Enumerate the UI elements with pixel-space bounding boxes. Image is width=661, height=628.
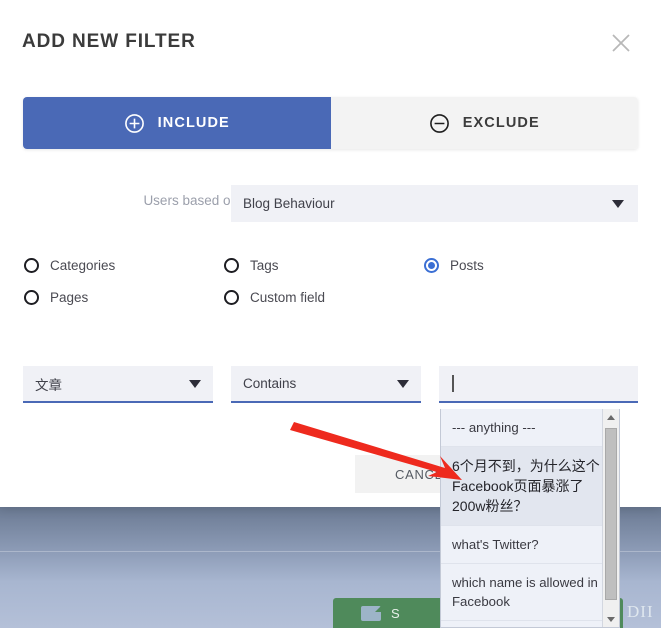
radio-posts-label: Posts (450, 258, 484, 273)
scrollbar-thumb[interactable] (605, 428, 617, 600)
radio-pages[interactable]: Pages (24, 290, 224, 305)
radio-row-1: Categories Tags Posts (24, 258, 639, 273)
chevron-down-icon (397, 379, 409, 388)
scroll-up-arrow-icon[interactable] (603, 409, 619, 425)
users-based-on-row: Users based on Blog Behaviour (23, 185, 638, 223)
radio-tags-dot (224, 258, 239, 273)
include-exclude-segmented-control: INCLUDE EXCLUDE (23, 97, 638, 149)
condition-operator-select[interactable]: Contains (231, 366, 421, 403)
condition-value-input[interactable] (439, 366, 638, 403)
chevron-down-icon (612, 199, 624, 208)
radio-pages-dot (24, 290, 39, 305)
radio-posts[interactable]: Posts (424, 258, 484, 273)
radio-categories-dot (24, 258, 39, 273)
condition-row: 文章 Contains (23, 366, 638, 404)
radio-pages-label: Pages (50, 290, 89, 305)
tab-include-label: INCLUDE (157, 115, 230, 131)
source-type-radio-group: Categories Tags Posts Pages Custom field (24, 258, 639, 322)
condition-operator-value: Contains (243, 376, 297, 391)
scroll-down-arrow-icon[interactable] (603, 611, 619, 627)
tab-exclude-label: EXCLUDE (462, 115, 540, 131)
tab-exclude[interactable]: EXCLUDE (330, 97, 638, 149)
list-item[interactable]: what's Twitter? (441, 526, 619, 564)
background-save-button-label: S (391, 605, 401, 621)
radio-custom-field-label: Custom field (250, 290, 326, 305)
radio-tags-label: Tags (250, 258, 279, 273)
radio-custom-field-dot (224, 290, 239, 305)
autocomplete-dropdown: --- anything --- 6个月不到，为什么这个Facebook页面暴涨… (440, 409, 620, 628)
condition-field-select[interactable]: 文章 (23, 366, 213, 403)
radio-tags[interactable]: Tags (224, 258, 424, 273)
list-item[interactable]: --- anything --- (441, 409, 619, 447)
dropdown-scrollbar[interactable] (602, 409, 619, 627)
radio-categories[interactable]: Categories (24, 258, 224, 273)
radio-categories-label: Categories (50, 258, 116, 273)
radio-row-2: Pages Custom field (24, 290, 639, 305)
save-disk-icon (361, 605, 381, 621)
list-item[interactable]: which name is allowed in Facebook (441, 564, 619, 621)
users-based-on-value: Blog Behaviour (243, 196, 335, 211)
triangle-down-glyph (607, 616, 615, 622)
list-item[interactable]: 6个月不到，为什么这个Facebook页面暴涨了200w粉丝？ (441, 447, 619, 526)
tab-include[interactable]: INCLUDE (23, 97, 331, 149)
users-based-on-label: Users based on (143, 193, 238, 208)
text-cursor (452, 375, 454, 392)
users-based-on-select[interactable]: Blog Behaviour (231, 185, 638, 222)
condition-field-value: 文章 (35, 377, 62, 393)
chevron-down-icon (189, 379, 201, 388)
radio-custom-field[interactable]: Custom field (224, 290, 424, 305)
minus-circle-icon (429, 113, 450, 134)
plus-circle-icon (124, 113, 145, 134)
triangle-up-glyph (607, 414, 615, 420)
radio-posts-dot (424, 258, 439, 273)
close-icon[interactable] (608, 30, 634, 56)
background-right-text: DII (627, 602, 654, 621)
page-title: ADD NEW FILTER (22, 31, 196, 52)
